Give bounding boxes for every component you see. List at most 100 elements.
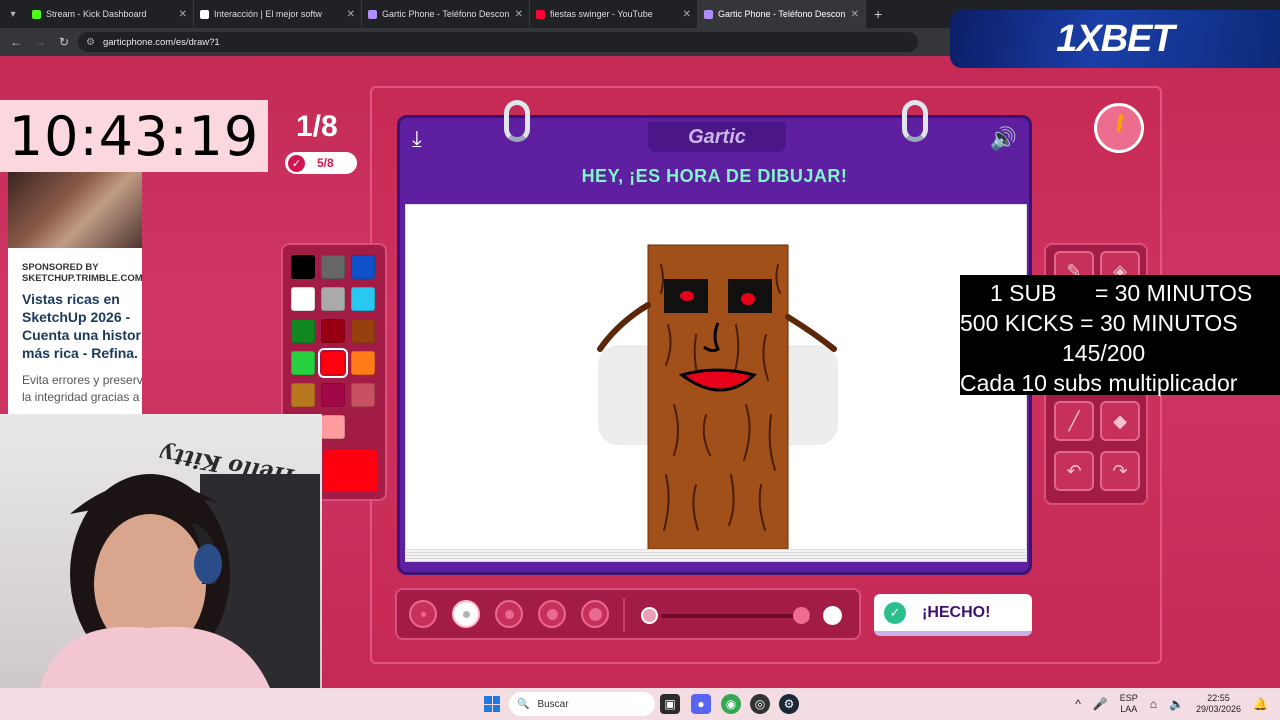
brush-size-button[interactable]	[581, 600, 609, 628]
url-field[interactable]: ⚙ garticphone.com/es/draw?1	[78, 32, 918, 52]
system-tray: ^ 🎤 ESP LAA ⌂ 🔈 22:55 29/03/2026 🔔	[1075, 688, 1268, 720]
undo-icon[interactable]: ↶	[1054, 451, 1094, 491]
brush-size-dot	[420, 611, 426, 617]
redo-icon[interactable]: ↷	[1100, 451, 1140, 491]
steam-icon[interactable]: ⚙	[779, 694, 799, 714]
1xbet-banner[interactable]: 1XBET	[950, 10, 1280, 68]
volume-icon[interactable]: 🔈	[1169, 697, 1184, 711]
opacity-max-icon	[823, 606, 842, 625]
windows-start-icon[interactable]	[484, 696, 500, 712]
network-icon[interactable]: ⌂	[1150, 697, 1157, 711]
tab-close-icon[interactable]: ✕	[851, 9, 859, 20]
notification-icon[interactable]: 🔔	[1253, 697, 1268, 711]
language-indicator[interactable]: ESP LAA	[1120, 693, 1138, 715]
paper-edge	[405, 550, 1027, 562]
slider-track[interactable]	[661, 614, 811, 618]
drawing-board: Gartic ⤓ 🔊 HEY, ¡ES HORA DE DIBUJAR!	[397, 100, 1032, 575]
brush-size-dot	[546, 608, 558, 620]
tab-close-icon[interactable]: ✕	[515, 9, 523, 20]
forward-icon[interactable]: →	[30, 32, 50, 52]
tab-title: Gartic Phone - Teléfono Descon	[718, 9, 846, 19]
ad-image	[8, 172, 142, 248]
drawing-canvas[interactable]	[405, 204, 1027, 550]
tray-chevron-icon[interactable]: ^	[1075, 697, 1081, 711]
browser-tab[interactable]: Interacción | El mejor softw ✕	[194, 0, 362, 28]
gartic-logo: Gartic	[648, 122, 786, 152]
tab-favicon-icon	[200, 9, 209, 19]
download-icon[interactable]: ⤓	[412, 126, 422, 152]
chrome-icon[interactable]: ◉	[721, 694, 741, 714]
streamer-figure	[40, 474, 320, 688]
site-info-icon[interactable]: ⚙	[86, 37, 95, 48]
brush-size-button[interactable]	[495, 600, 523, 628]
current-color-preview	[323, 450, 378, 492]
slider-handle[interactable]	[793, 607, 810, 624]
check-icon: ✓	[884, 601, 906, 624]
color-swatch[interactable]	[321, 255, 345, 279]
clock-date[interactable]: 22:55 29/03/2026	[1196, 693, 1241, 715]
new-tab-button[interactable]: +	[866, 6, 890, 22]
draw-prompt: HEY, ¡ES HORA DE DIBUJAR!	[581, 166, 848, 186]
right-branch	[785, 314, 837, 352]
brush-size-dot	[588, 607, 602, 621]
color-swatch[interactable]	[321, 319, 345, 343]
color-swatch[interactable]	[351, 383, 375, 407]
check-icon: ✓	[288, 154, 305, 172]
tab-title: Interacción | El mejor softw	[214, 9, 322, 19]
opacity-slider[interactable]	[637, 598, 849, 632]
browser-tab[interactable]: fiestas swinger - YouTube ✕	[530, 0, 698, 28]
fill-icon[interactable]: ◆	[1100, 401, 1140, 441]
timer-icon	[1094, 103, 1144, 153]
microphone-icon[interactable]: 🎤	[1093, 697, 1108, 711]
brush-size-button[interactable]	[452, 600, 480, 628]
sponsored-ad[interactable]: SPONSORED BY SKETCHUP.TRIMBLE.COM Vistas…	[8, 172, 142, 414]
opacity-min-icon	[641, 607, 658, 624]
task-view-icon[interactable]: ▣	[660, 694, 680, 714]
tab-favicon-icon	[536, 9, 545, 19]
tab-close-icon[interactable]: ✕	[179, 9, 187, 20]
taskbar-search[interactable]: 🔍 Buscar	[509, 692, 655, 716]
color-swatch[interactable]	[351, 319, 375, 343]
color-swatch[interactable]	[351, 351, 375, 375]
tab-close-icon[interactable]: ✕	[347, 9, 355, 20]
color-swatch[interactable]	[351, 287, 375, 311]
color-swatch[interactable]	[321, 383, 345, 407]
obs-icon[interactable]: ◎	[750, 694, 770, 714]
left-branch	[597, 302, 651, 352]
tab-search-icon[interactable]: ▾	[0, 0, 26, 28]
brush-size-button[interactable]	[538, 600, 566, 628]
tab-title: Gartic Phone - Teléfono Descon	[382, 9, 510, 19]
tab-close-icon[interactable]: ✕	[683, 9, 691, 20]
color-swatch[interactable]	[291, 255, 315, 279]
color-swatch[interactable]	[318, 348, 348, 378]
browser-tab[interactable]: Gartic Phone - Teléfono Descon ✕	[698, 0, 866, 28]
info-line: 1 SUB = 30 MINUTOS	[990, 280, 1253, 306]
ad-headline[interactable]: Vistas ricas en SketchUp 2026 - Cuenta u…	[8, 284, 142, 362]
discord-icon[interactable]: ●	[691, 694, 711, 714]
brush-size-button[interactable]	[409, 600, 437, 628]
sound-icon[interactable]: 🔊	[990, 126, 1017, 152]
back-icon[interactable]: ←	[6, 32, 26, 52]
players-done-count: 5/8	[317, 156, 334, 170]
color-swatch[interactable]	[291, 351, 315, 375]
line-icon[interactable]: ╱	[1054, 401, 1094, 441]
ad-body: Evita errores y preserv la integridad gr…	[22, 373, 142, 404]
color-swatch[interactable]	[321, 287, 345, 311]
round-counter: 1/8	[296, 110, 338, 143]
color-swatch[interactable]	[351, 255, 375, 279]
info-line: 145/200	[1062, 340, 1146, 366]
color-swatch[interactable]	[291, 319, 315, 343]
color-swatch[interactable]	[321, 415, 345, 439]
banner-logo: 1XBET	[1056, 17, 1174, 60]
color-swatch[interactable]	[291, 287, 315, 311]
webcam-feed: Hello Kitty	[0, 414, 322, 688]
done-button[interactable]: ✓ ¡HECHO!	[874, 594, 1032, 636]
reload-icon[interactable]: ↻	[54, 32, 74, 52]
ad-sponsor: SPONSORED BY SKETCHUP.TRIMBLE.COM	[22, 262, 142, 284]
stream-clock: 10:43:19	[0, 100, 268, 172]
url-text: garticphone.com/es/draw?1	[102, 36, 220, 48]
color-swatch[interactable]	[291, 383, 315, 407]
browser-tab[interactable]: Gartic Phone - Teléfono Descon ✕	[362, 0, 530, 28]
browser-tab[interactable]: Stream - Kick Dashboard ✕	[26, 0, 194, 28]
done-button-label: ¡HECHO!	[922, 603, 991, 621]
